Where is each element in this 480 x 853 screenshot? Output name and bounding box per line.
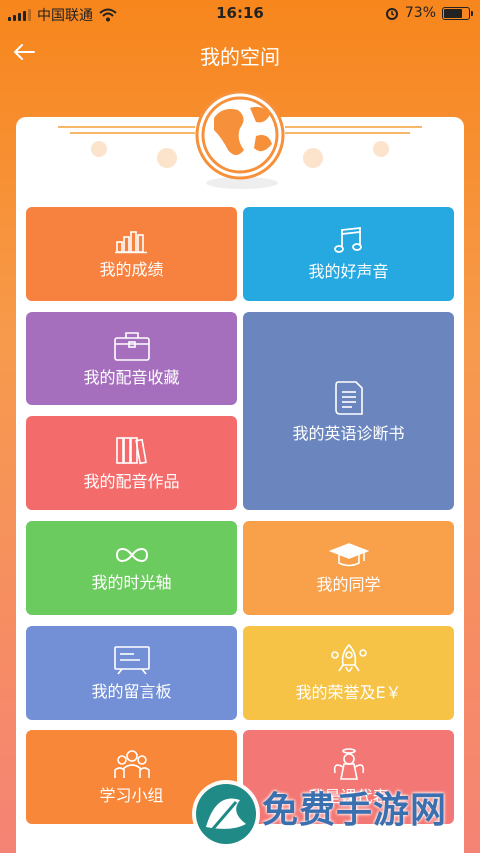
tile-my-dub-collection[interactable]: 我的配音收藏 bbox=[26, 312, 237, 405]
music-note-icon bbox=[333, 226, 362, 253]
globe-hero-icon bbox=[58, 90, 422, 189]
scroll-document-icon bbox=[334, 381, 363, 415]
tile-label: 我的留言板 bbox=[91, 682, 172, 701]
tile-my-classmates[interactable]: 我的同学 bbox=[243, 521, 454, 615]
tile-my-grades[interactable]: 我的成绩 bbox=[26, 207, 237, 301]
chalkboard-icon bbox=[113, 646, 150, 675]
tile-my-voice[interactable]: 我的好声音 bbox=[243, 207, 454, 301]
tile-label: 我的英语诊断书 bbox=[292, 424, 405, 443]
tile-my-timeline[interactable]: 我的时光轴 bbox=[26, 521, 237, 615]
watermark-subtext: MIANFEISHOUYOUWANG bbox=[268, 829, 438, 842]
tile-label: 我的荣誉及E￥ bbox=[295, 683, 402, 702]
tile-label: 我的成绩 bbox=[99, 260, 164, 279]
tile-label: 我的同学 bbox=[316, 575, 381, 594]
tile-my-honors[interactable]: 我的荣誉及E￥ bbox=[243, 626, 454, 720]
tile-label: 我的好声音 bbox=[308, 262, 389, 281]
watermark-text: 免费手游网 bbox=[262, 790, 448, 831]
tile-my-english-diagnosis[interactable]: 我的英语诊断书 bbox=[243, 312, 454, 510]
briefcase-icon bbox=[113, 331, 150, 361]
infinity-icon bbox=[115, 548, 148, 562]
tile-label: 我的时光轴 bbox=[91, 573, 172, 592]
bar-chart-icon bbox=[114, 231, 147, 254]
tile-label: 我的配音收藏 bbox=[83, 367, 180, 387]
tile-label: 学习小组 bbox=[99, 786, 164, 805]
tile-my-dub-works[interactable]: 我的配音作品 bbox=[26, 416, 237, 510]
tile-my-message-board[interactable]: 我的留言板 bbox=[26, 626, 237, 720]
group-icon bbox=[113, 750, 150, 778]
books-icon bbox=[115, 437, 147, 465]
tile-label: 我的配音作品 bbox=[83, 472, 180, 491]
graduation-cap-icon bbox=[328, 543, 369, 567]
rocket-icon bbox=[330, 643, 367, 672]
